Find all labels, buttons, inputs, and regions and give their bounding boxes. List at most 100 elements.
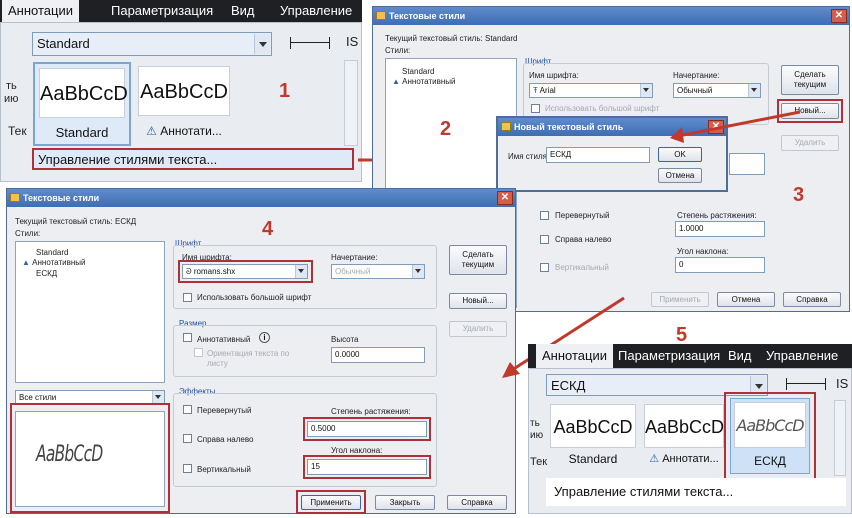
sample-text: AaBbCcD [644,404,724,448]
vertical-label: Вертикальный [197,465,251,474]
step-number: 3 [793,184,805,206]
chevron-down-icon[interactable] [254,34,270,54]
text-style-value: ЕСКД [551,378,586,393]
backwards-checkbox[interactable] [183,434,192,443]
styles-list[interactable]: Standard ▲ Аннотативный ЕСКД [15,241,165,383]
manage-text-styles-menu[interactable]: Управление стилями текста... [546,478,846,506]
font-name-select[interactable]: Ŧ Arial [529,83,653,98]
manage-text-styles-menu[interactable]: Управление стилями текста... [32,148,354,170]
gallery-item-standard[interactable]: AaBbCcD Standard [33,62,131,146]
upside-down-label: Перевернутый [197,406,252,415]
list-item[interactable]: ЕСКД [36,269,57,278]
text-style-combo[interactable]: Standard [32,32,272,56]
current-style-label: Текущий текстовый стиль: [15,217,113,226]
highlight-frame [724,392,816,480]
dimension-icon[interactable] [290,37,330,49]
chevron-down-icon[interactable] [748,84,760,97]
step-number: 2 [440,118,452,140]
tab-manage[interactable]: Управление [280,0,352,22]
upside-down-checkbox[interactable] [183,405,192,414]
cancel-button[interactable]: Отмена [717,292,775,307]
tab-annotations[interactable]: Аннотации [536,344,613,368]
annotative-checkbox[interactable] [183,333,192,342]
dialog-title: Текстовые стили [389,11,466,21]
style-name-input[interactable]: ЕСКД [546,147,650,163]
tab-parametric[interactable]: Параметризация [111,0,213,22]
close-icon[interactable]: ✕ [497,191,513,205]
highlight-frame [296,490,366,514]
info-icon[interactable]: i [259,332,270,343]
cancel-button[interactable]: Отмена [658,168,702,183]
dimension-icon[interactable] [786,378,826,390]
bigfont-label: Использовать большой шрифт [545,104,660,113]
font-name-value: Arial [539,86,556,95]
ribbon-tab-bar: Аннотации Параметризация Вид Управление [0,0,362,22]
dialog-title: Текстовые стили [23,193,100,203]
font-style-select[interactable]: Обычный [673,83,761,98]
annotative-icon: ▲ [22,258,30,267]
backwards-label: Справа налево [555,235,612,244]
backwards-checkbox[interactable] [540,235,549,244]
gallery-item-standard[interactable]: AaBbCcD Standard [548,402,638,472]
ok-button[interactable]: OK [658,147,702,162]
bigfont-label: Использовать большой шрифт [197,293,312,302]
gallery-item-annotative[interactable]: AaBbCcD ⚠ Аннотати... [134,62,234,146]
bigfont-checkbox[interactable] [531,104,540,113]
height-label: Высота [331,335,359,344]
close-button[interactable]: Закрыть [375,495,435,510]
height-input[interactable]: 0.0000 [331,347,425,363]
gallery-item-annotative[interactable]: AaBbCcD ⚠ Аннотати... [642,402,726,472]
gallery-label: Standard [55,125,109,140]
oblique-angle-label: Угол наклона: [677,247,729,256]
gallery-label: Аннотати... [662,453,719,465]
highlight-frame [178,260,313,283]
tab-manage[interactable]: Управление [766,344,838,368]
make-current-button[interactable]: Сделать текущим [449,245,507,275]
upside-down-checkbox[interactable] [540,211,549,220]
tab-annotations[interactable]: Аннотации [2,0,79,22]
list-item[interactable]: Standard [36,248,68,257]
tab-parametric[interactable]: Параметризация [618,344,720,368]
highlight-frame [303,455,431,479]
width-factor-input[interactable]: 1.0000 [675,221,765,237]
font-style-value: Обычный [335,267,371,276]
cut-label: Тек [8,124,27,138]
current-style-value: ЕСКД [114,217,137,226]
sample-text: AaBbCcD [138,66,230,116]
style-name-label: Имя стиля: [508,152,550,161]
chevron-down-icon[interactable] [640,84,652,97]
arrow-icon [670,110,801,143]
oblique-angle-input[interactable]: 0 [675,257,765,273]
width-factor-label: Степень растяжения: [677,211,757,220]
list-item[interactable]: Аннотативный [402,77,455,86]
make-current-button[interactable]: Сделать текущим [781,65,839,95]
gallery-scrollbar[interactable] [834,400,846,476]
orientation-label: Ориентация текста по листу [207,349,290,368]
tab-view[interactable]: Вид [728,344,752,368]
tab-view[interactable]: Вид [231,0,255,22]
close-icon[interactable]: ✕ [831,9,847,23]
vertical-checkbox[interactable] [183,464,192,473]
vertical-checkbox[interactable] [540,263,549,272]
chevron-down-icon[interactable] [412,265,424,278]
list-item[interactable]: Standard [402,67,434,76]
cut-label: IS [346,34,359,49]
help-button[interactable]: Справка [447,495,507,510]
list-item[interactable]: Аннотативный [32,258,85,267]
help-button[interactable]: Справка [783,292,841,307]
font-style-select[interactable]: Обычный [331,264,425,279]
cut-label: ию [4,93,19,105]
apply-button[interactable]: Применить [651,292,709,307]
text-style-value: Standard [37,36,90,51]
styles-label: Стили: [385,46,411,55]
cut-label: ть [530,418,540,429]
gallery-scrollbar[interactable] [344,60,358,146]
orientation-checkbox[interactable] [194,348,203,357]
font-style-value: Обычный [677,86,713,95]
height-field[interactable] [729,153,765,175]
backwards-label: Справа налево [197,435,254,444]
sample-text: AaBbCcD [550,404,636,448]
cut-label: Тек [530,456,548,468]
bigfont-checkbox[interactable] [183,293,192,302]
font-name-label: Имя шрифта: [529,71,579,80]
